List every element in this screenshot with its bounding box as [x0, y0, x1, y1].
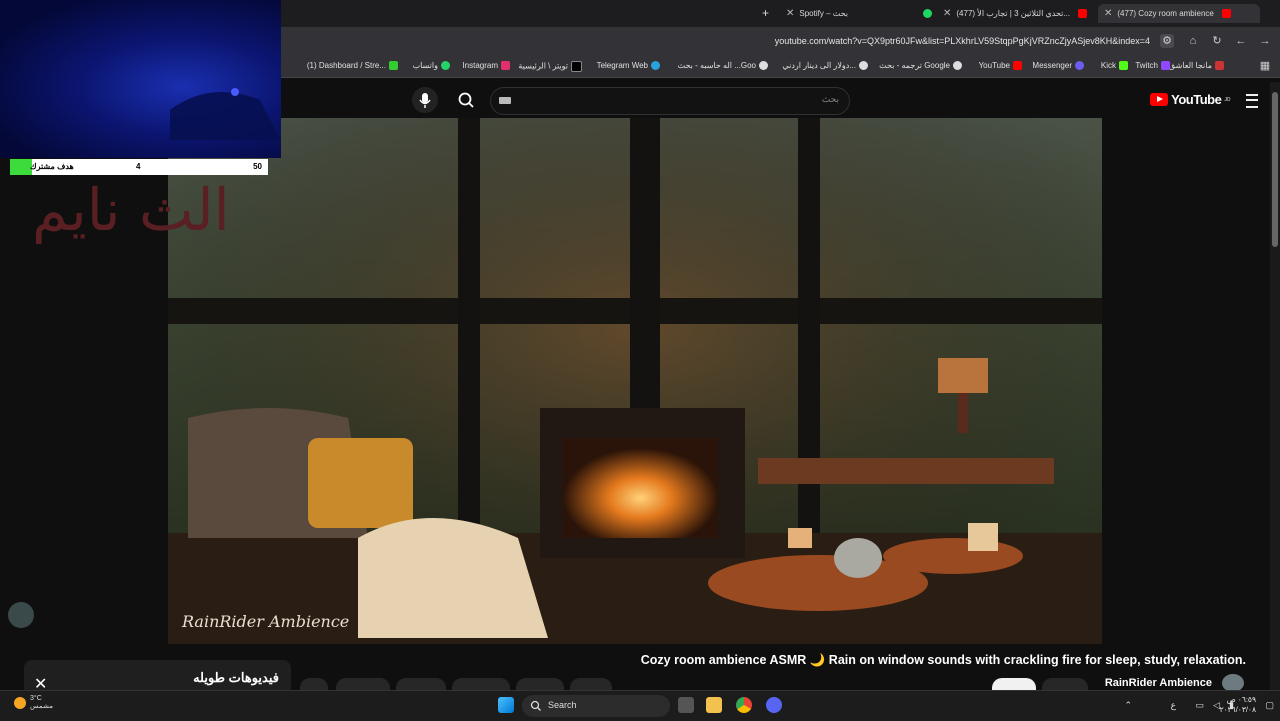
taskbar-search[interactable]: Search — [522, 695, 670, 717]
bookmark-item[interactable]: مانجا العاشق — [1169, 61, 1224, 71]
search-icon[interactable] — [452, 87, 480, 113]
new-tab-button[interactable]: + — [762, 4, 769, 23]
tab-label: (477) Cozy room ambience — [1117, 9, 1214, 18]
tab-cozy-room[interactable]: ✕ (477) Cozy room ambience — [1098, 4, 1260, 23]
site-settings-icon[interactable]: ⚙ — [1160, 34, 1174, 48]
youtube-header: بحث YouTube JO — [282, 82, 1270, 118]
subscriber-goal-bar: هدف مشترك 4 50 — [10, 159, 268, 175]
save-button[interactable] — [336, 678, 390, 690]
url-field[interactable]: youtube.com/watch?v=QX9ptr60JFw&list=PLX… — [775, 36, 1150, 46]
bookmark-item[interactable]: YouTube — [979, 61, 1022, 71]
bookmark-item[interactable]: (1) Dashboard / Stre... — [307, 61, 398, 71]
reload-icon[interactable]: ↻ — [1210, 34, 1224, 48]
close-tab-icon[interactable]: ✕ — [786, 4, 794, 23]
search-icon — [530, 700, 541, 711]
search-input[interactable]: بحث — [490, 87, 850, 115]
video-player[interactable] — [168, 118, 1102, 644]
playlist-title: فيديوهات طويله — [193, 670, 279, 685]
subscribe-button[interactable] — [992, 678, 1036, 690]
spotify-favicon-icon — [920, 4, 932, 23]
discord-icon[interactable] — [766, 697, 782, 713]
close-tab-icon[interactable]: ✕ — [943, 4, 951, 23]
video-frame-scene — [168, 118, 1102, 644]
tab-challenge[interactable]: ✕ (477) تحدي الثلاثين 3 | تجارب الأ... — [943, 4, 1088, 23]
input-language[interactable]: ع — [1171, 700, 1176, 711]
system-clock[interactable]: ٠٦:٥٩ ص ٢٠٢٦/٠٣/٠٨ — [1220, 695, 1256, 715]
apps-grid-icon[interactable]: ▦ — [1258, 59, 1272, 73]
bookmark-item[interactable]: ترجمه - بحث Google — [879, 61, 962, 71]
tab-label: (477) تحدي الثلاثين 3 | تجارب الأ... — [956, 9, 1071, 18]
goal-label: هدف مشترك — [30, 162, 74, 171]
tab-label: Spotify – بحث — [799, 9, 848, 18]
scrollbar[interactable] — [1270, 82, 1280, 690]
video-title: Cozy room ambience ASMR 🌙 Rain on window… — [640, 653, 1246, 667]
task-view-icon[interactable] — [678, 697, 694, 713]
windows-taskbar: 3°C مشمس Search ⌃ ع ▭ ◁ ▮ ٠٦:٥٩ ص ٢٠٢٦/٠… — [0, 690, 1280, 721]
hamburger-menu-icon[interactable] — [1246, 94, 1258, 108]
voice-search-icon[interactable] — [412, 87, 438, 113]
more-actions-button[interactable] — [300, 678, 328, 690]
youtube-favicon-icon — [1078, 9, 1088, 18]
bookmark-item[interactable]: Instagram — [462, 61, 510, 71]
download-button[interactable] — [452, 678, 510, 690]
bookmark-item[interactable]: واتساب — [413, 61, 450, 71]
weather-desc: مشمس — [30, 703, 53, 710]
goal-target: 50 — [253, 162, 262, 171]
bookmark-item[interactable]: اله حاسبه - بحث ...Goo — [678, 61, 768, 71]
show-hidden-icons[interactable]: ⌃ — [1124, 700, 1132, 711]
bookmark-item[interactable]: دولار الى دينار اردني... — [782, 61, 868, 71]
network-icon[interactable]: ▭ — [1195, 700, 1204, 711]
channel-name[interactable]: RainRider Ambience — [1105, 677, 1212, 689]
youtube-logo[interactable]: YouTube JO — [1150, 92, 1230, 107]
streamer-overlay-text: الث نايم — [32, 176, 230, 244]
file-explorer-icon[interactable] — [706, 697, 722, 713]
bookmark-item[interactable]: تويتر \ الرئيسية — [518, 61, 582, 72]
like-button[interactable] — [570, 678, 612, 690]
goal-progress-fill — [10, 159, 32, 175]
clip-button[interactable] — [396, 678, 446, 690]
keyboard-icon[interactable] — [499, 97, 511, 104]
join-button[interactable] — [1042, 678, 1088, 690]
bookmark-item[interactable]: Twitch — [1135, 61, 1170, 71]
notification-icon[interactable]: ▢ — [1265, 700, 1274, 711]
channel-avatar-overlay-icon — [8, 602, 34, 628]
home-icon[interactable]: ⌂ — [1186, 34, 1200, 48]
bookmark-item[interactable]: Telegram Web — [597, 61, 660, 71]
weather-widget[interactable]: 3°C مشمس — [14, 695, 53, 710]
webcam-overlay — [0, 0, 281, 158]
back-icon[interactable]: → — [1258, 34, 1272, 48]
forward-icon[interactable]: ← — [1234, 34, 1248, 48]
tab-spotify[interactable]: ✕ Spotify – بحث — [786, 4, 848, 23]
video-watermark: RainRider Ambience — [182, 612, 350, 631]
close-tab-icon[interactable]: ✕ — [1104, 4, 1112, 23]
windows-start-icon[interactable] — [498, 697, 514, 713]
youtube-play-icon — [1150, 93, 1169, 106]
scrollbar-thumb[interactable] — [1272, 92, 1278, 247]
share-button[interactable] — [516, 678, 564, 690]
goal-current: 4 — [136, 162, 141, 171]
bookmark-item[interactable]: Kick — [1101, 61, 1128, 71]
chrome-icon[interactable] — [736, 697, 752, 713]
sun-icon — [14, 696, 26, 709]
weather-temp: 3°C — [30, 695, 42, 702]
youtube-favicon-icon — [1221, 9, 1231, 18]
bookmark-item[interactable]: Messenger — [1032, 61, 1084, 71]
